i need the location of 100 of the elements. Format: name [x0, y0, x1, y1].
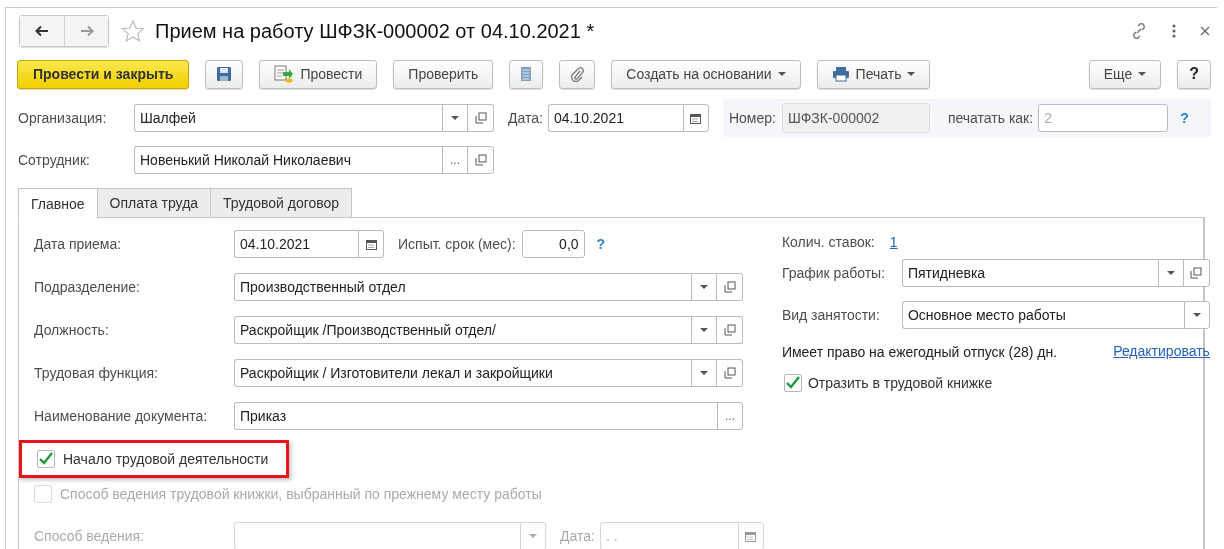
rates-link[interactable]: 1 — [889, 234, 898, 250]
field-label: Должность: — [34, 322, 110, 338]
dropdown-button[interactable] — [691, 359, 717, 387]
caret-icon — [907, 72, 916, 76]
input-field[interactable]: Раскройщик / Изготовители лекал и закройщики — [234, 359, 691, 387]
check-button[interactable]: Проверить — [393, 59, 494, 89]
schedule-field[interactable]: Пятидневка — [901, 259, 1158, 287]
caret-icon — [777, 72, 786, 76]
document-arrow-icon — [274, 65, 295, 83]
open-button[interactable] — [717, 273, 743, 301]
open-window-icon — [723, 281, 736, 293]
open-button[interactable] — [468, 146, 494, 174]
dropdown-button[interactable] — [691, 316, 717, 344]
tab[interactable]: Главное — [18, 188, 98, 219]
back-button[interactable] — [20, 16, 64, 46]
checkbox[interactable] — [783, 374, 802, 392]
open-window-icon — [1190, 267, 1203, 279]
dropdown-button[interactable] — [520, 522, 546, 549]
post-and-close-button[interactable]: Провести и закрыть — [17, 59, 190, 89]
calendar-icon — [690, 112, 702, 124]
choose-button[interactable]: ... — [717, 402, 743, 430]
checkbox[interactable] — [37, 450, 55, 468]
right-arrow-icon — [79, 25, 94, 37]
calendar-button[interactable] — [358, 230, 384, 258]
help-link[interactable]: ? — [1180, 110, 1189, 126]
open-window-icon — [474, 154, 487, 166]
field-label: Наименование документа: — [34, 408, 209, 424]
caret-icon — [529, 534, 537, 538]
dropdown-button[interactable] — [1183, 301, 1210, 329]
input-field[interactable]: Раскройщик /Производственный отдел/ — [234, 316, 691, 344]
attach-button[interactable] — [559, 59, 596, 89]
field-label: График работы: — [781, 265, 887, 281]
close-icon[interactable] — [1199, 25, 1211, 37]
field-label: Способ ведения: — [34, 528, 146, 544]
checkbox-label: Начало трудовой деятельности — [63, 451, 269, 467]
list-icon — [520, 66, 533, 82]
check-icon — [784, 376, 801, 390]
field-label: Трудовая функция: — [34, 365, 159, 381]
check-icon — [38, 452, 54, 466]
number-field: ШФЗК-000002 — [781, 103, 930, 133]
open-button[interactable] — [1183, 259, 1210, 287]
organization-field[interactable]: Шалфей — [134, 104, 442, 132]
probation-field[interactable]: 0,0 — [521, 230, 585, 258]
dropdown-button[interactable] — [691, 273, 717, 301]
checkbox-label: Способ ведения трудовой книжки, выбранный по прежнему месту работы — [60, 486, 542, 502]
open-button[interactable] — [717, 359, 743, 387]
print-as-field[interactable]: 2 — [1038, 104, 1169, 132]
star-icon[interactable] — [121, 19, 145, 43]
more-button[interactable]: Еще — [1088, 59, 1162, 89]
create-based-on-button[interactable]: Создать на основании — [611, 59, 801, 89]
calendar-button[interactable] — [682, 104, 709, 132]
print-button[interactable]: Печать — [816, 59, 931, 89]
field-label: Организация: — [18, 110, 108, 126]
caret-icon — [451, 116, 459, 120]
employee-field[interactable]: Новенький Николай Николаевич — [134, 146, 442, 174]
field-label: Дата: — [508, 110, 543, 126]
input-field[interactable]: Производственный отдел — [234, 273, 691, 301]
open-window-icon — [474, 112, 487, 124]
input-field[interactable]: Приказ — [234, 402, 717, 430]
field-label: Испыт. срок (мес): — [398, 236, 516, 252]
checkbox-label: Отразить в трудовой книжке — [807, 375, 993, 391]
field-label: Сотрудник: — [18, 152, 91, 168]
calendar-icon — [745, 530, 757, 542]
more-icon[interactable] — [1171, 23, 1177, 39]
dropdown-button[interactable] — [442, 104, 468, 132]
dropdown-button[interactable] — [1157, 259, 1184, 287]
paperclip-icon — [570, 66, 585, 82]
tab[interactable]: Оплата труда — [97, 188, 212, 218]
date-field[interactable]: 04.10.2021 — [547, 104, 683, 132]
caret-icon — [1192, 313, 1201, 317]
help-link[interactable]: ? — [596, 236, 606, 252]
field-label: Дата: — [560, 528, 595, 544]
field-label: Колич. ставок: — [781, 234, 875, 250]
choose-button[interactable]: ... — [442, 146, 468, 174]
caret-icon — [1138, 72, 1147, 76]
edit-link[interactable]: Редактировать — [1113, 343, 1210, 359]
printer-icon — [831, 66, 850, 82]
left-arrow-icon — [35, 25, 49, 37]
caret-icon — [1166, 271, 1175, 275]
caret-icon — [700, 328, 708, 332]
help-button[interactable]: ? — [1177, 59, 1211, 89]
open-button[interactable] — [717, 316, 743, 344]
employment-field[interactable]: Основное место работы — [901, 301, 1184, 329]
vacation-text: Имеет право на ежегодный отпуск (28) дн. — [781, 343, 1059, 362]
tab[interactable]: Трудовой договор — [211, 188, 353, 218]
caret-icon — [700, 371, 708, 375]
field-label: Вид занятости: — [781, 307, 881, 323]
open-button[interactable] — [468, 104, 494, 132]
save-button[interactable] — [205, 59, 244, 89]
method-field[interactable] — [234, 522, 520, 549]
list-button[interactable] — [509, 59, 544, 89]
open-window-icon — [723, 324, 736, 336]
post-button[interactable]: Провести — [259, 59, 378, 89]
calendar-icon — [365, 238, 377, 250]
field-label: Дата приема: — [34, 236, 123, 252]
field-label: печатать как: — [947, 110, 1034, 126]
window-title: Прием на работу ШФЗК-000002 от 04.10.2021 * — [155, 19, 596, 43]
field-label: Подразделение: — [34, 279, 141, 295]
open-window-icon — [723, 367, 736, 379]
hire-date-field[interactable]: 04.10.2021 — [234, 230, 358, 258]
